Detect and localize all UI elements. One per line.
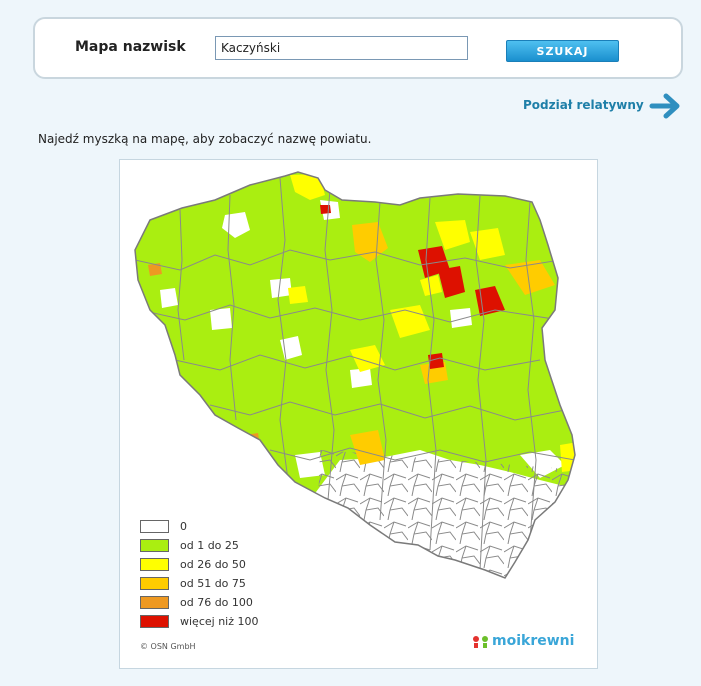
county-region-white[interactable] — [160, 288, 178, 308]
hover-hint-text: Najedź myszką na mapę, aby zobaczyć nazw… — [38, 132, 372, 146]
legend-label: od 76 do 100 — [180, 596, 253, 609]
map-container: 0 od 1 do 25 od 26 do 50 od 51 do 75 od … — [119, 159, 598, 669]
arrow-right-icon[interactable] — [649, 93, 683, 119]
search-button[interactable]: SZUKAJ — [506, 40, 619, 62]
moikrewni-logo-icon — [473, 636, 488, 648]
poland-county-map[interactable] — [120, 160, 597, 668]
legend-swatch — [140, 596, 169, 609]
county-region-yellow[interactable] — [560, 442, 580, 472]
search-title: Mapa nazwisk — [75, 39, 186, 55]
legend-label: 0 — [180, 520, 187, 533]
legend-swatch — [140, 520, 169, 533]
county-borders-south — [315, 450, 575, 578]
legend-label: od 26 do 50 — [180, 558, 246, 571]
legend-swatch — [140, 615, 169, 628]
legend-swatch — [140, 577, 169, 590]
county-region-yellow[interactable] — [288, 286, 308, 304]
legend-label: od 51 do 75 — [180, 577, 246, 590]
legend-label: więcej niż 100 — [180, 615, 259, 628]
county-region-red[interactable] — [320, 205, 331, 214]
legend-swatch — [140, 558, 169, 571]
relative-distribution-link[interactable]: Podział relatywny — [523, 98, 644, 112]
county-region-white[interactable] — [450, 308, 472, 328]
search-panel: Mapa nazwisk SZUKAJ — [33, 17, 683, 79]
copyright-text: © OSN GmbH — [140, 642, 196, 651]
legend-label: od 1 do 25 — [180, 539, 239, 552]
surname-search-input[interactable] — [215, 36, 468, 60]
brand-name: moikrewni — [492, 633, 575, 649]
legend-swatch — [140, 539, 169, 552]
county-region-white[interactable] — [210, 308, 232, 330]
